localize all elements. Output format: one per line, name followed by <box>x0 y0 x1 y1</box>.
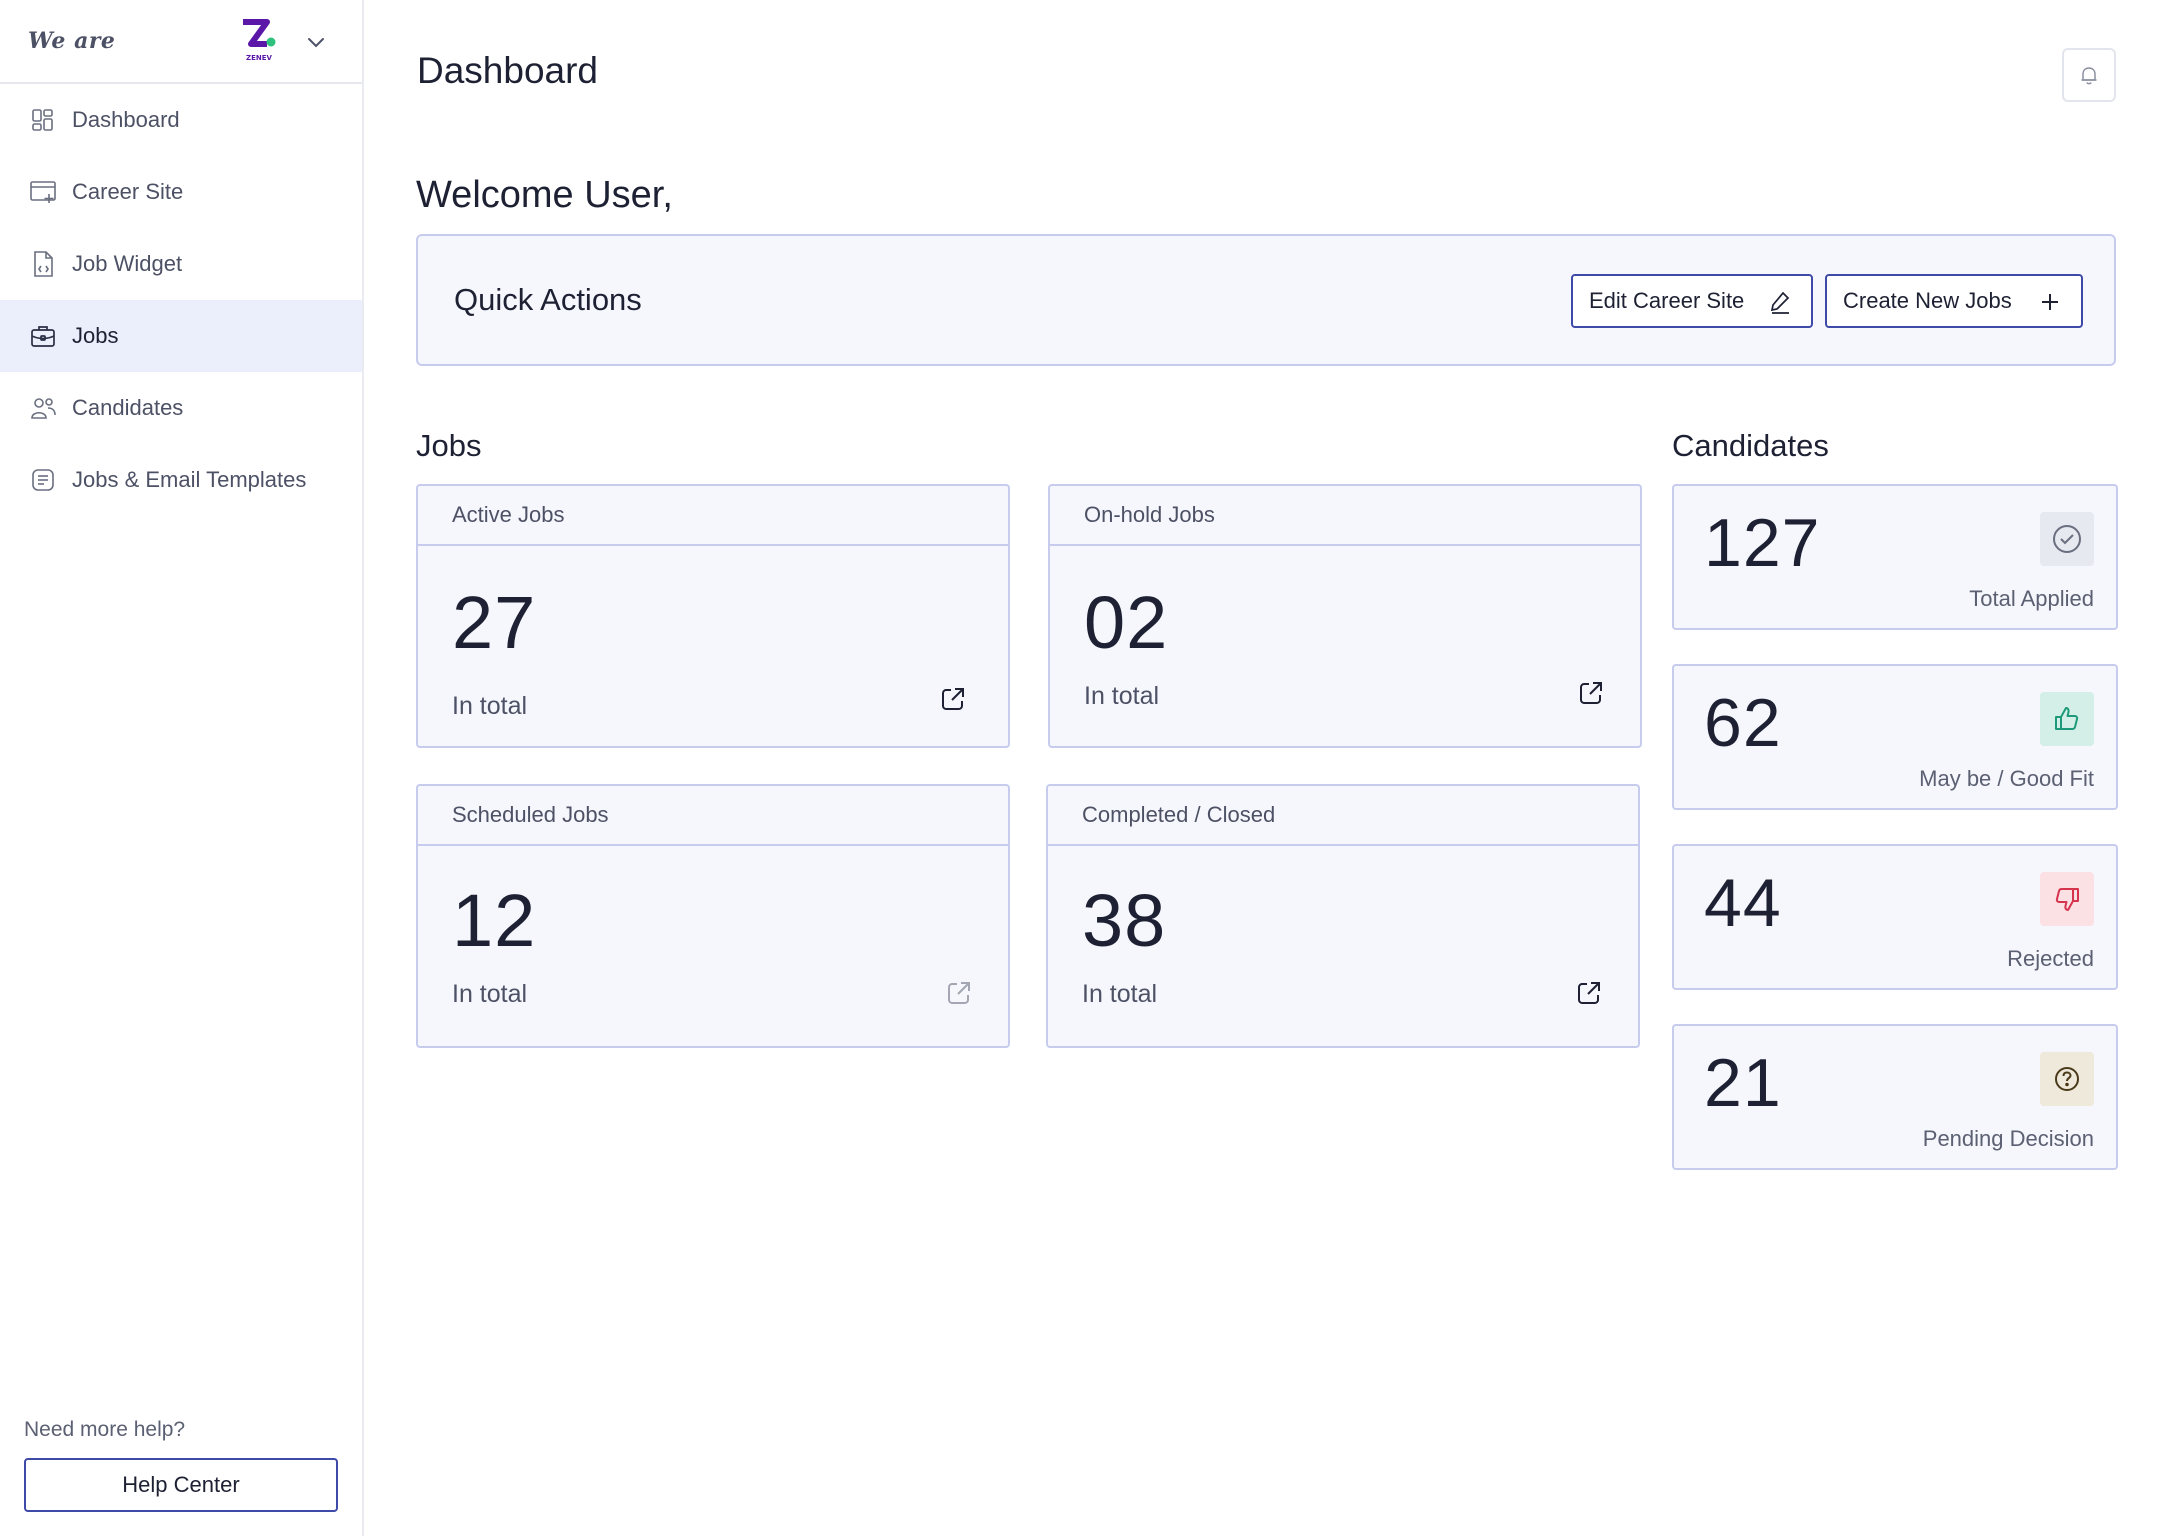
chevron-down-icon[interactable] <box>304 30 328 54</box>
candidate-count: 62 <box>1704 685 1782 761</box>
pending-decision-card[interactable]: 21 Pending Decision <box>1672 1024 2118 1170</box>
template-icon <box>28 465 58 495</box>
job-widget-icon <box>28 249 58 279</box>
candidate-count: 127 <box>1704 505 1821 581</box>
sidebar-item-label: Dashboard <box>72 107 180 132</box>
check-circle-icon <box>2040 512 2094 566</box>
thumbs-down-icon <box>2040 872 2094 926</box>
job-card-subtitle: In total <box>1084 682 1160 710</box>
sidebar-item-label: Candidates <box>72 395 184 420</box>
notifications-button[interactable] <box>2062 48 2116 102</box>
candidates-section-title: Candidates <box>1672 428 1829 463</box>
quick-actions-panel: Quick Actions Edit Career Site Create Ne… <box>416 234 2116 366</box>
sidebar-item-jobs[interactable]: Jobs <box>0 300 362 372</box>
job-card-subtitle: In total <box>1082 980 1158 1008</box>
job-card-count: 12 <box>452 879 537 962</box>
rejected-card[interactable]: 44 Rejected <box>1672 844 2118 990</box>
external-link-icon[interactable] <box>1574 978 1604 1008</box>
active-jobs-card[interactable]: Active Jobs 27 In total <box>416 484 1010 748</box>
plus-icon <box>2042 294 2058 310</box>
good-fit-card[interactable]: 62 May be / Good Fit <box>1672 664 2118 810</box>
job-card-subtitle: In total <box>452 980 528 1008</box>
sidebar-item-career-site[interactable]: Career Site <box>0 156 362 228</box>
job-card-title: Completed / Closed <box>1048 786 1638 846</box>
zenev-logo-icon: ZENEV <box>243 19 276 62</box>
jobs-section-title: Jobs <box>416 428 482 463</box>
question-circle-icon <box>2040 1052 2094 1106</box>
job-card-title: On-hold Jobs <box>1050 486 1640 546</box>
career-site-icon <box>28 177 58 207</box>
candidate-label: Pending Decision <box>1922 1126 2094 1151</box>
sidebar-nav: Dashboard Career Site Job Widget Jobs Ca… <box>0 84 362 516</box>
help-section: Need more help? Help Center <box>24 1418 338 1512</box>
job-card-count: 38 <box>1082 879 1167 962</box>
job-card-count: 27 <box>452 581 537 664</box>
create-new-jobs-label: Create New Jobs <box>1843 288 2012 313</box>
brand-logo-text: ZENEV <box>246 54 272 62</box>
thumbs-up-icon <box>2040 692 2094 746</box>
candidate-label: May be / Good Fit <box>1919 766 2094 791</box>
sidebar-item-label: Career Site <box>72 179 184 204</box>
external-link-icon[interactable] <box>938 684 968 714</box>
edit-career-site-button[interactable]: Edit Career Site <box>1571 274 1813 328</box>
brand-header: We are ZENEV <box>0 0 362 84</box>
quick-actions-title: Quick Actions <box>454 282 642 317</box>
job-card-count: 02 <box>1084 581 1169 664</box>
edit-career-site-label: Edit Career Site <box>1589 288 1745 313</box>
total-applied-card[interactable]: 127 Total Applied <box>1672 484 2118 630</box>
candidate-label: Total Applied <box>1969 586 2094 611</box>
candidate-label: Rejected <box>2007 946 2094 971</box>
brand-text: We are <box>28 28 116 54</box>
candidate-count: 44 <box>1704 865 1782 941</box>
on-hold-jobs-card[interactable]: On-hold Jobs 02 In total <box>1048 484 1642 748</box>
sidebar-item-label: Jobs <box>72 323 119 348</box>
page-title: Dashboard <box>417 50 599 91</box>
sidebar: We are ZENEV Dashboard Career Site Job W… <box>0 0 364 1536</box>
sidebar-item-templates[interactable]: Jobs & Email Templates <box>0 444 362 516</box>
help-label: Need more help? <box>24 1418 186 1441</box>
dashboard-icon <box>28 105 58 135</box>
create-new-jobs-button[interactable]: Create New Jobs <box>1825 274 2083 328</box>
welcome-heading: Welcome User, <box>416 174 673 216</box>
completed-jobs-card[interactable]: Completed / Closed 38 In total <box>1046 784 1640 1048</box>
sidebar-item-candidates[interactable]: Candidates <box>0 372 362 444</box>
help-center-button[interactable]: Help Center <box>24 1458 338 1512</box>
external-link-icon[interactable] <box>944 978 974 1008</box>
scheduled-jobs-card[interactable]: Scheduled Jobs 12 In total <box>416 784 1010 1048</box>
app-root: We are ZENEV Dashboard Career Site Job W… <box>0 0 2160 1536</box>
job-card-title: Scheduled Jobs <box>418 786 1008 846</box>
sidebar-item-label: Jobs & Email Templates <box>72 467 307 492</box>
external-link-icon[interactable] <box>1576 678 1606 708</box>
candidate-count: 21 <box>1704 1045 1782 1121</box>
job-card-title: Active Jobs <box>418 486 1008 546</box>
bell-icon <box>2081 67 2097 85</box>
job-card-subtitle: In total <box>452 692 528 720</box>
briefcase-icon <box>28 321 58 351</box>
sidebar-item-label: Job Widget <box>72 251 183 276</box>
pencil-icon <box>1770 291 1790 314</box>
sidebar-item-job-widget[interactable]: Job Widget <box>0 228 362 300</box>
sidebar-item-dashboard[interactable]: Dashboard <box>0 84 362 156</box>
users-icon <box>28 393 58 423</box>
